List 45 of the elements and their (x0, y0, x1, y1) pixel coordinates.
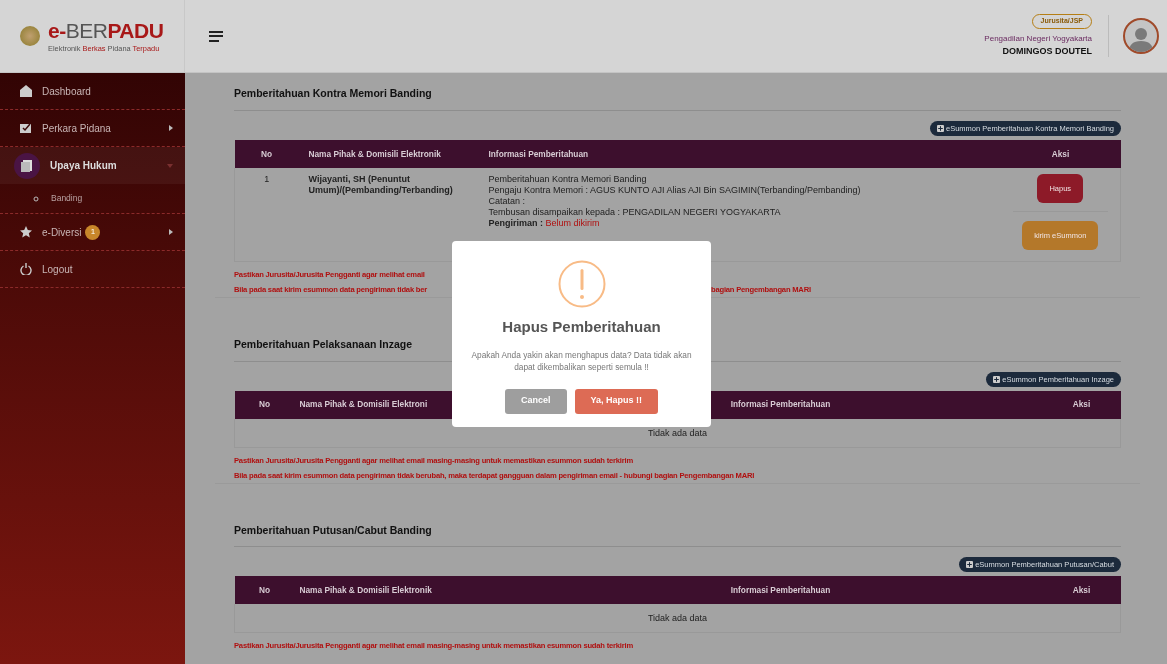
plus-square-icon (937, 124, 944, 132)
home-icon (20, 85, 32, 97)
empty-message: Tidak ada data (234, 604, 1121, 633)
sidebar-item[interactable]: Perkara Pidana (0, 110, 185, 147)
documents-icon (21, 159, 33, 172)
sidebar-item[interactable]: Upaya Hukum (0, 147, 185, 184)
menu-icon[interactable] (209, 30, 223, 42)
section-title: Pemberitahuan Putusan/Cabut Banding (234, 519, 1121, 548)
column-header: Nama Pihak & Domisili Elektronik (298, 139, 479, 168)
column-header: Informasi Pemberitahuan (518, 576, 1043, 605)
caret-right-icon (169, 125, 173, 131)
caret-right-icon (169, 229, 173, 235)
column-header: Informasi Pemberitahuan (478, 139, 1001, 168)
column-header: Aksi (1000, 139, 1121, 168)
info-text: Catatan : (488, 195, 527, 207)
info-text: Pemberitahuan Kontra Memori Banding (488, 173, 648, 185)
plus-square-icon (993, 375, 1001, 383)
notification-badge: 1 (85, 224, 101, 240)
info-text: Tembusan disampaikan kepada : PENGADILAN NEGERI YOGYAKARTA (488, 206, 782, 218)
logo-text: e-BERPADU (48, 19, 164, 41)
section-title: Pemberitahuan Kontra Memori Banding (234, 83, 1121, 111)
column-header: No (234, 139, 299, 168)
table-cell: 1 (234, 167, 299, 262)
plus-square-icon (966, 561, 974, 569)
court-name: Pengadilan Negeri Yogyakarta (984, 32, 1092, 45)
power-icon (20, 263, 32, 275)
delivery-status: Pengiriman : Belum dikirim (488, 217, 601, 229)
column-header: Aksi (1042, 390, 1121, 419)
circle-bullet-icon (33, 195, 39, 202)
star-icon (20, 226, 32, 238)
avatar-icon (1123, 18, 1159, 54)
checkbox-icon (20, 122, 32, 134)
emblem-icon (20, 26, 40, 46)
sidebar-item[interactable]: Dashboard (0, 73, 185, 110)
warning-icon (557, 260, 606, 308)
info-text: Pengaju Kontra Memori : AGUS KUNTO AJI Alias AJI Bin SAGIMIN(Terbanding/Pembanding) (488, 184, 862, 196)
column-header: Nama Pihak & Domisili Elektronik (294, 576, 519, 605)
sidebar-subitem[interactable]: Banding (0, 184, 185, 214)
sidebar-item[interactable]: e-Diversi 1 (0, 214, 185, 251)
column-header: No (234, 390, 295, 419)
user-name: DOMINGOS DOUTEL (1002, 44, 1092, 58)
sidebar-item[interactable]: Logout (0, 251, 185, 288)
caret-down-icon (167, 163, 173, 168)
column-header: No (234, 576, 295, 605)
column-header: Aksi (1042, 576, 1121, 605)
